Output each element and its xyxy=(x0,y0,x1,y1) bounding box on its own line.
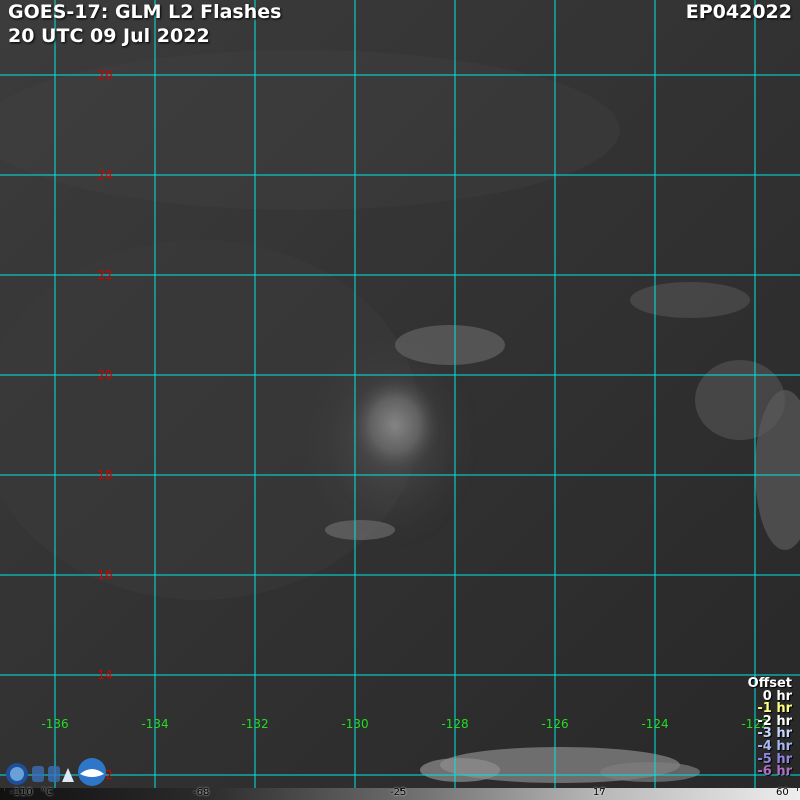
latitude-label: 22 xyxy=(97,268,112,282)
longitude-label: -126 xyxy=(541,717,568,731)
cira-logo xyxy=(6,763,74,785)
offset-legend-entry: -6 hr xyxy=(757,764,792,780)
ramm-logo xyxy=(78,758,106,786)
longitude-label: -134 xyxy=(141,717,168,731)
colorbar-unit: °C xyxy=(41,787,53,798)
latitude-label: 24 xyxy=(97,168,112,182)
timestamp: 20 UTC 09 Jul 2022 xyxy=(8,25,210,47)
latitude-label: 18 xyxy=(97,468,112,482)
latitude-label: 20 xyxy=(97,368,112,382)
colorbar-label-max: 60 xyxy=(776,787,789,798)
logos xyxy=(6,758,106,786)
offset-legend: Offset 0 hr -1 hr -2 hr -3 hr -4 hr -5 hr -6 h… xyxy=(748,677,792,780)
latitude-label: 16 xyxy=(97,568,112,582)
colorbar-label-min: -110 xyxy=(10,787,33,798)
product-title: GOES-17: GLM L2 Flashes xyxy=(8,1,282,23)
longitude-label: -124 xyxy=(641,717,668,731)
longitude-label: -136 xyxy=(41,717,68,731)
temperature-colorbar: -110 °C -68 -25 17 60 xyxy=(0,787,800,800)
longitude-label: -130 xyxy=(341,717,368,731)
storm-center xyxy=(350,375,440,475)
storm-id: EP042022 xyxy=(685,1,792,23)
satellite-map: 2624222018161412 -136-134-132-130-128-12… xyxy=(0,0,800,790)
latitude-label: 14 xyxy=(97,668,112,682)
longitude-label: -132 xyxy=(241,717,268,731)
colorbar-label: -25 xyxy=(390,787,407,798)
longitude-label: -128 xyxy=(441,717,468,731)
latitude-label: 26 xyxy=(97,68,112,82)
